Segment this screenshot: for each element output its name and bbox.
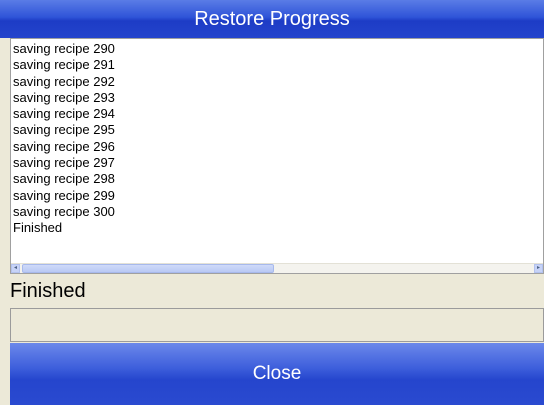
log-line: saving recipe 291 xyxy=(13,57,115,73)
log-list: saving recipe 290 saving recipe 291 savi… xyxy=(13,41,115,237)
log-line: saving recipe 296 xyxy=(13,138,115,154)
log-line: saving recipe 292 xyxy=(13,73,115,89)
log-line: saving recipe 298 xyxy=(13,171,115,187)
close-button[interactable]: Close xyxy=(10,343,544,405)
log-panel[interactable]: saving recipe 290 saving recipe 291 savi… xyxy=(10,38,544,274)
log-line: saving recipe 290 xyxy=(13,41,115,56)
log-line: saving recipe 294 xyxy=(13,106,115,122)
log-line: saving recipe 297 xyxy=(13,155,115,171)
window-title: Restore Progress xyxy=(0,0,544,38)
log-line: saving recipe 300 xyxy=(13,203,115,219)
status-field xyxy=(10,308,544,342)
scroll-left-arrow-icon[interactable]: ◂ xyxy=(11,264,20,273)
scrollbar-thumb[interactable] xyxy=(22,264,274,273)
scroll-right-arrow-icon[interactable]: ▸ xyxy=(534,264,543,273)
log-line: saving recipe 293 xyxy=(13,89,115,105)
log-line: Finished xyxy=(13,220,63,236)
log-line: saving recipe 295 xyxy=(13,122,115,138)
horizontal-scrollbar[interactable]: ◂ ▸ xyxy=(11,263,543,273)
status-label: Finished xyxy=(10,280,86,302)
log-line: saving recipe 299 xyxy=(13,187,115,203)
restore-progress-window: Restore Progress saving recipe 290 savin… xyxy=(0,0,544,405)
